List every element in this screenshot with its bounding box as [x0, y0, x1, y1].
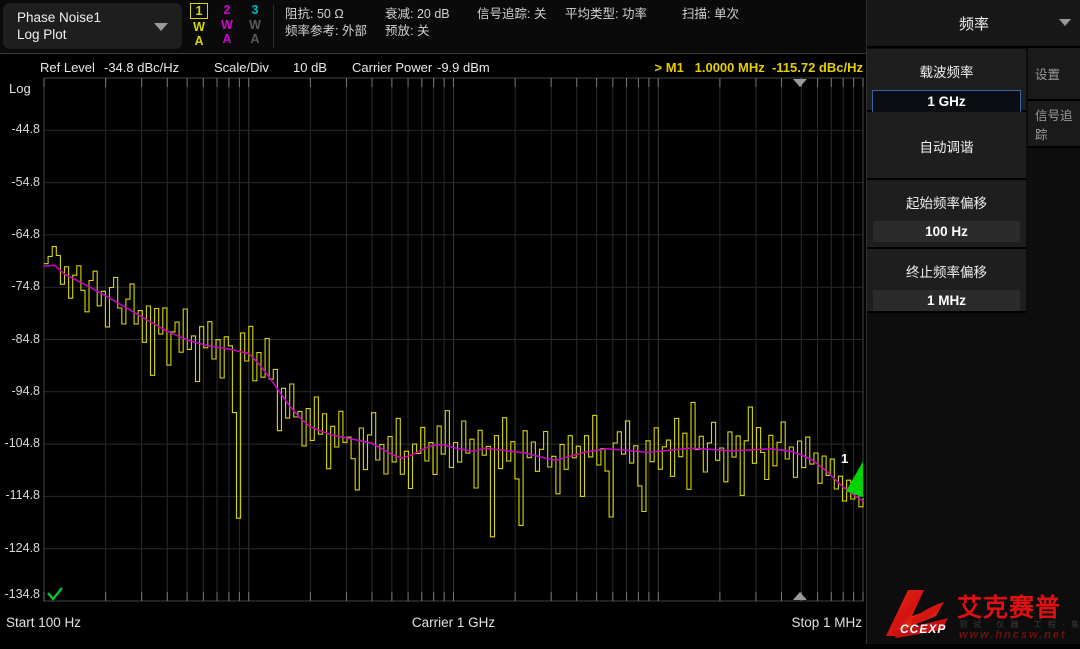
side-tab-0[interactable]: 设置 [1028, 48, 1080, 101]
menu-button-value[interactable]: 1 GHz [872, 90, 1021, 113]
menu-title-dropdown[interactable]: 频率 [867, 0, 1080, 48]
marker-1-icon[interactable] [846, 461, 863, 497]
menu-button-0[interactable]: 载波频率 1 GHz [867, 49, 1026, 112]
menu-button-3[interactable]: 终止频率偏移 1 MHz [867, 249, 1026, 313]
x-axis-stop-label: Stop 1 MHz [791, 615, 862, 630]
chevron-down-icon [1059, 19, 1071, 26]
menu-title: 频率 [959, 13, 989, 34]
menu-button-value[interactable]: 100 Hz [873, 221, 1020, 242]
menu-button-value[interactable]: 1 MHz [873, 290, 1020, 311]
side-menu-panel: 频率 载波频率1 GHz自动调谐起始频率偏移100 Hz终止频率偏移1 MHz … [866, 0, 1080, 644]
marker-1-label: 1 [841, 451, 848, 466]
menu-button-1[interactable]: 自动调谐 [867, 112, 1026, 180]
logo-brand-en: CCEXP [900, 622, 946, 636]
menu-button-label: 载波频率 [867, 49, 1026, 81]
sweep-complete-icon [48, 588, 62, 599]
menu-button-label: 自动调谐 [867, 112, 1026, 156]
x-axis-carrier-label: Carrier 1 GHz [44, 615, 863, 630]
logo-url: www.hncsw.net [959, 629, 1067, 641]
edge-indicator-top-icon [793, 79, 807, 87]
menu-button-label: 终止频率偏移 [867, 249, 1026, 281]
menu-button-2[interactable]: 起始频率偏移 100 Hz [867, 180, 1026, 249]
vendor-logo: CCEXP 艾克赛普 测 试 · 仪 器 · 工 程 · 集 成 www.hnc… [872, 586, 1080, 644]
menu-button-label: 起始频率偏移 [867, 180, 1026, 212]
edge-indicator-bottom-icon [793, 592, 807, 600]
side-tab-1[interactable]: 信号追踪 [1028, 101, 1080, 148]
